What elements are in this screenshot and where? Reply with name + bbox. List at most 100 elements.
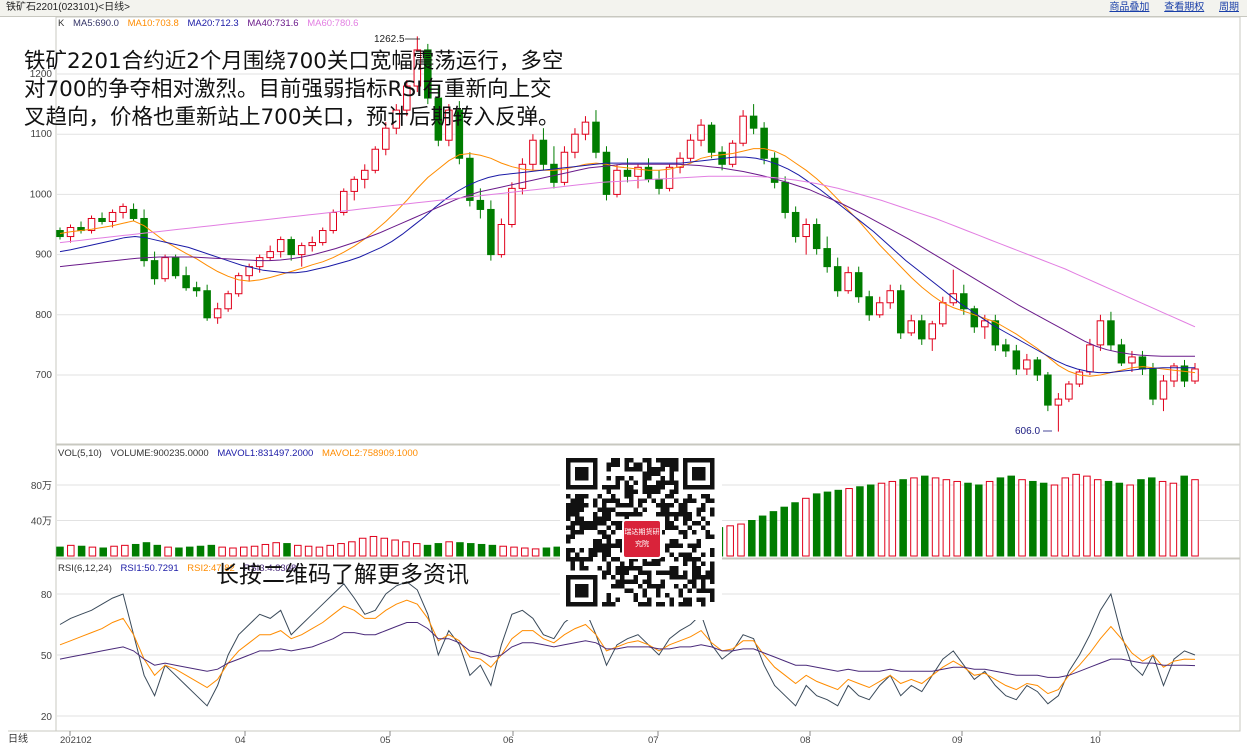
volume-bar [1050,484,1059,557]
volume-tick-label: 40万 [31,517,52,528]
candle-up [1128,356,1136,364]
candle-up [613,169,621,195]
candle-down [918,320,926,340]
candle-up [1191,368,1199,382]
price-tick-label: 700 [35,370,52,381]
volume-bar [477,543,486,557]
legend-ma60: MA60:780.6 [307,18,359,29]
volume-bar [261,543,270,557]
legend-mavol2: MAVOL2:758909.1000 [321,448,418,459]
volume-bar [975,484,983,557]
candle-up [1065,383,1073,400]
volume-bar [1029,480,1037,557]
volume-bar [402,541,410,557]
volume-bar [358,537,367,557]
candle-down [550,163,558,183]
high-price-label: 1262.5 [374,34,405,45]
candle-down [539,139,548,165]
price-tick-label: 1000 [30,189,53,200]
volume-bar [531,548,540,557]
volume-bar [175,547,183,557]
qr-logo: 瑞达期货研究院 [622,519,662,559]
volume-bar [77,545,86,557]
volume-bar [229,547,237,557]
candle-up [318,230,327,244]
candle-down [707,124,716,153]
volume-bar [769,511,778,557]
candle-up [308,242,316,247]
volume-tick-label: 80万 [31,481,52,492]
candle-down [623,169,632,177]
rsi-y-axis: 80 50 20 [41,590,53,723]
qr-caption: 长按二维码了解更多资讯 [216,562,469,588]
legend-k: K [58,18,65,29]
volume-bar [445,541,453,557]
candle-up [739,115,747,144]
volume-bar [369,535,378,557]
candle-up [119,205,127,213]
volume-bar [1148,477,1156,557]
candle-down [150,260,159,280]
volume-bar [1115,482,1124,557]
annotation-line-3: 叉趋向，价格也重新站上700关口，预计后期转入反弹。 [24,105,560,130]
candle-down [760,127,768,159]
volume-bar [164,546,172,557]
candle-up [844,272,852,292]
volume-bar [1104,480,1113,557]
volume-bar [337,543,345,557]
candle-up [907,320,916,334]
legend-ma10: MA10:703.8 [127,18,179,29]
volume-bar [1061,477,1070,557]
candle-up [1086,344,1094,373]
legend-rsi: RSI(6,12,24) [58,563,112,574]
legend-mavol1: MAVOL1:831497.2000 [217,448,314,459]
volume-bar [315,546,324,557]
volume-bar [521,547,529,557]
candle-up [350,178,359,192]
volume-bar [856,486,864,557]
x-tick-label: 09 [952,735,963,746]
volume-bar [240,546,248,557]
annotation-line-2: 对700的争夺相对激烈。目前强弱指标RSI有重新向上交 [24,77,552,102]
legend-ma5: MA5:690.0 [72,18,119,29]
candle-down [791,211,800,238]
candle-up [255,257,264,268]
volume-bar [899,479,907,557]
candle-down [287,239,295,256]
volume-bar [1191,479,1199,557]
candle-down [854,272,863,298]
candle-up [508,187,516,226]
volume-bar [888,480,897,557]
volume-bar [758,515,767,557]
candle-down [592,121,600,153]
volume-bar [802,497,810,557]
volume-bar [866,484,875,557]
legend-ma20: MA20:712.3 [187,18,239,29]
price-tick-label: 800 [35,310,52,321]
volume-bar [1158,480,1167,557]
candle-up [339,190,348,213]
volume-bar [812,493,821,557]
volume-bar [1180,475,1188,557]
rsi-tick-label: 80 [41,590,53,601]
volume-bar [434,543,443,557]
legend-vol: VOL(5,10) [58,448,102,459]
volume-bar [121,544,129,557]
candle-up [108,211,117,222]
candle-up [224,293,232,310]
ma10-line [59,148,1196,377]
volume-bar [272,542,280,557]
x-tick-label: 08 [800,735,811,746]
candle-up [686,139,695,159]
volume-bar [542,547,551,557]
candle-down [991,320,1000,346]
volume-bar [1018,479,1026,557]
volume-bar [499,545,507,557]
volume-bar [964,482,972,557]
volume-bar [985,480,994,557]
volume-bar [56,546,64,557]
candle-up [266,251,274,259]
price-legend: K MA5:690.0 MA10:703.8 MA20:712.3 MA40:7… [58,18,364,29]
rsi-tick-label: 50 [41,651,53,662]
volume-bar [823,491,832,557]
